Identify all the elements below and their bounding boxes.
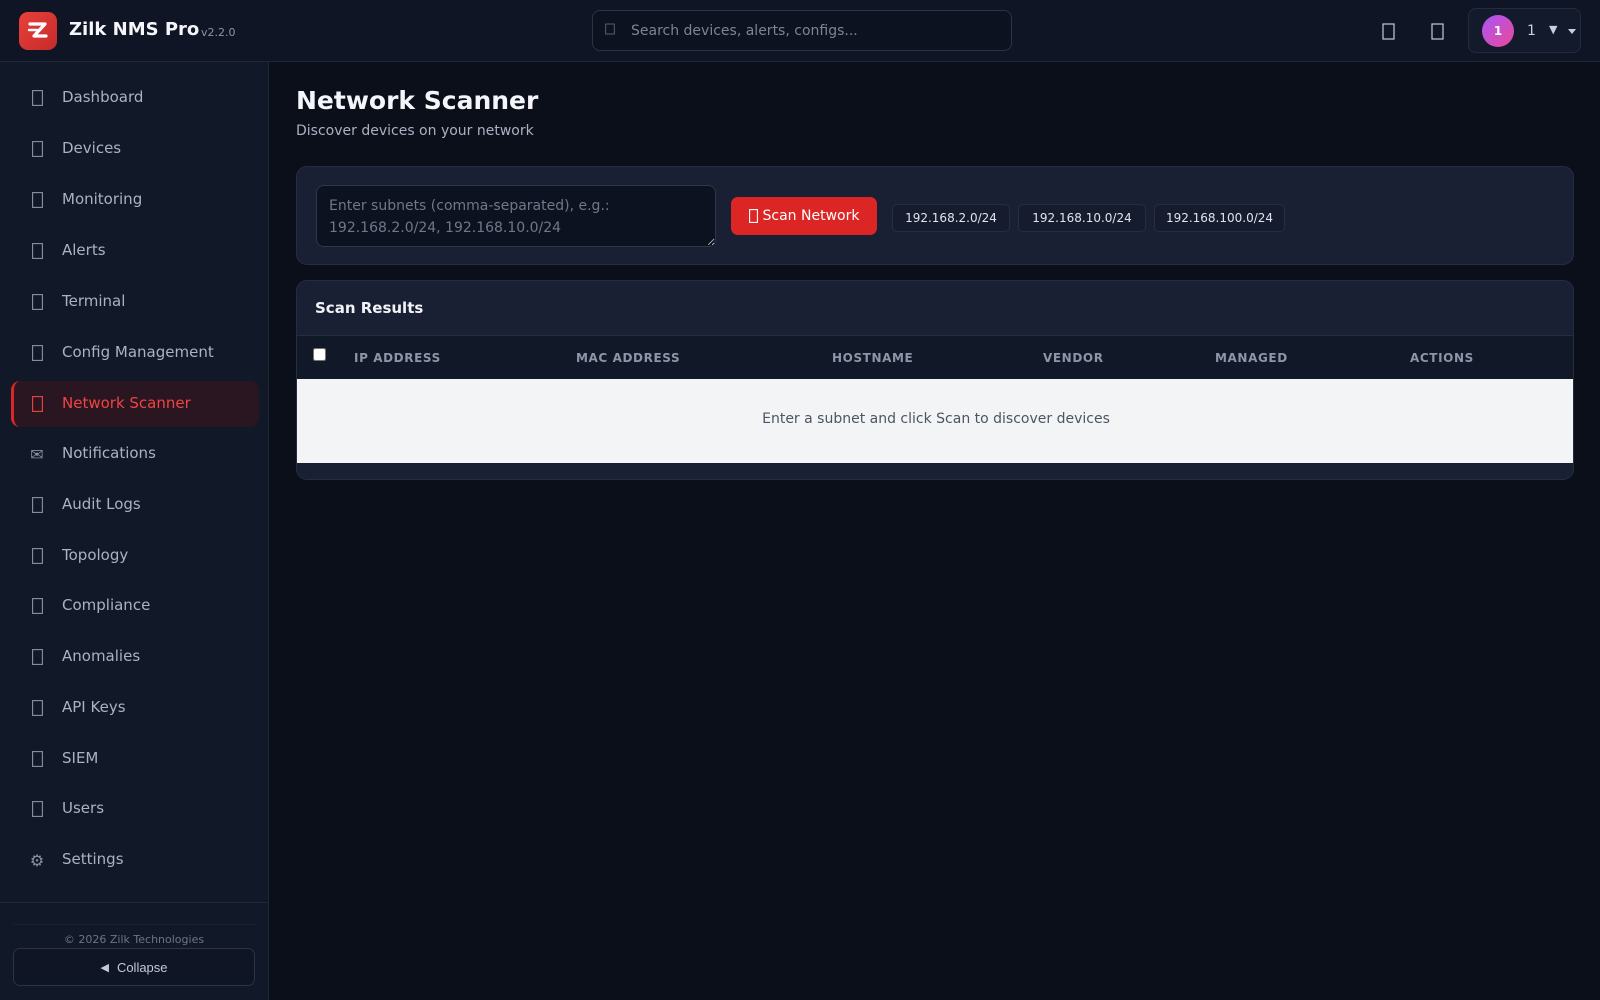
theme-toggle-icon[interactable] <box>1426 19 1450 43</box>
alerts-icon <box>29 242 45 260</box>
sidebar-item-terminal[interactable]: Terminal <box>11 279 259 325</box>
column-header-managed[interactable]: MANAGED <box>1215 351 1288 365</box>
sidebar-item-api-keys[interactable]: API Keys <box>11 685 259 731</box>
network-scanner-icon <box>29 395 45 413</box>
sidebar-item-label: Anomalies <box>62 647 141 665</box>
sidebar-item-settings[interactable]: ⚙ Settings <box>11 837 259 883</box>
sidebar-item-monitoring[interactable]: Monitoring <box>11 177 259 223</box>
scan-panel: Scan Network 192.168.2.0/24 192.168.10.0… <box>296 166 1574 265</box>
sidebar-item-label: Config Management <box>62 343 214 361</box>
sidebar-item-label: Users <box>62 799 105 817</box>
sidebar-item-devices[interactable]: Devices <box>11 126 259 172</box>
app-name: Zilk NMS Pro <box>69 19 200 40</box>
audit-logs-icon <box>29 496 45 514</box>
column-header-actions: ACTIONS <box>1410 351 1474 365</box>
scan-network-button[interactable]: Scan Network <box>731 197 877 235</box>
scan-results-panel: Scan Results IP ADDRESS MAC ADDRESS HOST… <box>296 280 1574 480</box>
sidebar-divider <box>0 902 268 903</box>
sidebar-item-alerts[interactable]: Alerts <box>11 228 259 274</box>
bell-icon[interactable] <box>1377 19 1401 43</box>
envelope-icon: ✉ <box>30 444 44 464</box>
sidebar-item-users[interactable]: Users <box>11 786 259 832</box>
app-logo[interactable] <box>19 12 57 50</box>
sidebar-item-label: Dashboard <box>62 88 144 106</box>
users-icon <box>29 800 45 818</box>
monitoring-icon <box>29 191 45 209</box>
sidebar-item-topology[interactable]: Topology <box>11 533 259 579</box>
sidebar-item-label: Monitoring <box>62 190 143 208</box>
topology-icon <box>29 547 45 565</box>
sidebar-item-config-management[interactable]: Config Management <box>11 330 259 376</box>
user-name: 1 <box>1527 23 1536 39</box>
subnet-input[interactable] <box>316 185 716 247</box>
top-bar: Zilk NMS Pro v2.2.0 1 1 ▼ <box>0 0 1600 62</box>
sidebar-item-label: Topology <box>62 546 129 564</box>
empty-state-message: Enter a subnet and click Scan to discove… <box>762 411 1110 427</box>
sidebar-item-siem[interactable]: SIEM <box>11 736 259 782</box>
sidebar-item-label: Devices <box>62 139 122 157</box>
compliance-icon <box>29 597 45 615</box>
collapse-button[interactable]: ◀ Collapse <box>13 948 255 986</box>
copyright-text: © 2026 Zilk Technologies <box>63 933 205 946</box>
sidebar-item-label: SIEM <box>62 749 99 767</box>
radar-icon <box>748 209 758 223</box>
dashboard-icon <box>29 89 45 107</box>
subnet-preset-chip[interactable]: 192.168.100.0/24 <box>1154 204 1285 232</box>
sidebar-item-anomalies[interactable]: Anomalies <box>11 634 259 680</box>
anomalies-icon <box>29 648 45 666</box>
siem-icon <box>29 750 45 768</box>
search-icon <box>605 22 619 38</box>
subnet-preset-chip[interactable]: 192.168.10.0/24 <box>1018 204 1146 232</box>
user-menu[interactable]: 1 1 ▼ <box>1468 8 1581 53</box>
results-title: Scan Results <box>315 299 424 317</box>
search-input[interactable] <box>631 11 1001 50</box>
sidebar-footer-divider <box>13 924 255 925</box>
sidebar-item-label: Audit Logs <box>62 495 141 513</box>
column-header-mac-address[interactable]: MAC ADDRESS <box>576 351 680 365</box>
sidebar: Dashboard Devices Monitoring Alerts Term… <box>0 62 269 1000</box>
empty-state-row: Enter a subnet and click Scan to discove… <box>297 379 1573 463</box>
sidebar-item-label: Compliance <box>62 596 151 614</box>
results-table-header: IP ADDRESS MAC ADDRESS HOSTNAME VENDOR M… <box>297 335 1573 379</box>
sidebar-item-audit-logs[interactable]: Audit Logs <box>11 482 259 528</box>
sidebar-item-label: Notifications <box>62 444 156 462</box>
select-all-checkbox[interactable] <box>313 348 326 361</box>
sidebar-item-label: Network Scanner <box>62 394 191 412</box>
collapse-arrow-icon: ◀ <box>100 961 109 974</box>
sidebar-item-notifications[interactable]: ✉ Notifications <box>11 431 259 477</box>
sidebar-item-compliance[interactable]: Compliance <box>11 583 259 629</box>
scan-button-label: Scan Network <box>762 208 860 224</box>
gear-icon: ⚙ <box>29 850 45 870</box>
zilk-logo-icon <box>27 22 48 38</box>
chevron-down-icon <box>1568 29 1576 34</box>
avatar: 1 <box>1482 15 1514 47</box>
page-subtitle: Discover devices on your network <box>296 123 534 139</box>
app-version: v2.2.0 <box>201 26 236 39</box>
column-header-ip-address[interactable]: IP ADDRESS <box>354 351 441 365</box>
sidebar-item-label: Settings <box>62 850 124 868</box>
api-keys-icon <box>29 699 45 717</box>
collapse-label: Collapse <box>116 959 168 975</box>
sidebar-item-network-scanner[interactable]: Network Scanner <box>11 381 259 427</box>
sidebar-item-label: Alerts <box>62 241 106 259</box>
devices-icon <box>29 140 45 158</box>
page-title: Network Scanner <box>296 86 539 115</box>
sidebar-item-dashboard[interactable]: Dashboard <box>11 75 259 121</box>
sidebar-item-label: Terminal <box>62 292 126 310</box>
terminal-icon <box>29 293 45 311</box>
config-icon <box>29 344 45 362</box>
column-header-hostname[interactable]: HOSTNAME <box>832 351 913 365</box>
global-search[interactable] <box>592 10 1012 51</box>
caret-down-icon: ▼ <box>1549 23 1558 36</box>
column-header-vendor[interactable]: VENDOR <box>1043 351 1104 365</box>
subnet-preset-chip[interactable]: 192.168.2.0/24 <box>892 204 1010 232</box>
sidebar-item-label: API Keys <box>62 698 126 716</box>
